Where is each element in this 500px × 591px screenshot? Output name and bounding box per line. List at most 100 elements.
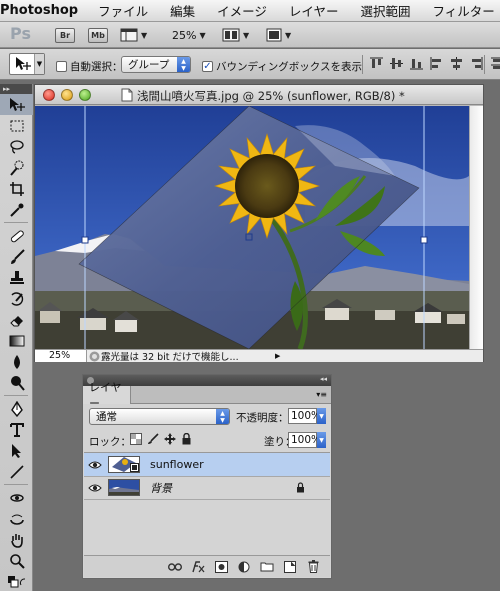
menu-edit[interactable]: 編集 <box>170 1 195 20</box>
path-selection-tool[interactable] <box>0 440 33 461</box>
vertical-scrollbar[interactable] <box>469 106 483 349</box>
brush-icon <box>10 248 25 264</box>
menu-image[interactable]: イメージ <box>217 1 267 20</box>
opacity-field[interactable]: 100% ▼ <box>288 408 326 424</box>
lock-position-icon[interactable] <box>164 433 176 448</box>
lasso-tool[interactable] <box>0 136 33 157</box>
history-brush-tool[interactable] <box>0 288 33 309</box>
magnifier-icon <box>9 553 25 569</box>
ps-logo: Ps <box>10 23 31 43</box>
align-right-icon <box>472 57 483 70</box>
tab-layers[interactable]: レイヤー <box>83 381 131 410</box>
blur-tool[interactable] <box>0 351 33 372</box>
menu-file[interactable]: ファイル <box>98 1 148 20</box>
auto-select-mode-dropdown[interactable]: グループ ▲ ▼ <box>121 56 191 73</box>
mask-icon <box>214 560 228 573</box>
add-mask-button[interactable] <box>214 560 228 574</box>
align-horizontal-centers-button[interactable] <box>448 55 465 72</box>
crop-tool[interactable] <box>0 178 33 199</box>
move-tool[interactable] <box>0 94 33 115</box>
document-title-bar[interactable]: 浅間山噴火写真.jpg @ 25% (sunflower, RGB/8) * <box>35 85 483 105</box>
chevron-down-icon[interactable]: ▼ <box>317 408 326 424</box>
layer-row-background[interactable]: 背景 <box>84 476 330 500</box>
hand-tool[interactable] <box>0 529 33 550</box>
distribute-top-edges-button[interactable] <box>487 55 500 72</box>
new-group-button[interactable] <box>260 560 274 574</box>
new-adjustment-layer-button[interactable] <box>237 560 251 574</box>
eye-icon[interactable] <box>84 483 106 493</box>
dodge-tool[interactable] <box>0 372 33 393</box>
lock-transparency-icon[interactable] <box>130 433 142 448</box>
link-layers-button[interactable] <box>168 560 182 574</box>
3d-orbit-icon <box>9 514 24 525</box>
launch-minibridge-button[interactable]: Mb <box>88 26 108 44</box>
menu-filter[interactable]: フィルター <box>433 1 495 20</box>
blend-mode-dropdown[interactable]: 通常 ▲ ▼ <box>89 408 230 425</box>
tools-panel-grip[interactable]: ▸▸ <box>0 84 32 94</box>
add-layer-style-button[interactable] <box>191 560 205 574</box>
view-extras-button[interactable]: ▼ <box>120 26 147 44</box>
panel-menu-icon[interactable]: ▾≡ <box>316 390 327 399</box>
brush-tool[interactable] <box>0 246 33 267</box>
type-icon <box>9 422 24 437</box>
document-window: 浅間山噴火写真.jpg @ 25% (sunflower, RGB/8) * 2… <box>34 84 484 363</box>
align-left-edges-button[interactable] <box>428 55 445 72</box>
move-tool-icon <box>16 57 31 70</box>
align-bottom-edges-button[interactable] <box>408 55 425 72</box>
eye-icon[interactable] <box>84 460 106 470</box>
type-tool[interactable] <box>0 419 33 440</box>
line-tool[interactable] <box>0 461 33 482</box>
menu-select[interactable]: 選択範囲 <box>361 1 411 20</box>
3d-rotate-tool[interactable] <box>0 487 33 508</box>
eraser-tool[interactable] <box>0 309 33 330</box>
marquee-tool[interactable] <box>0 115 33 136</box>
align-right-edges-button[interactable] <box>468 55 485 72</box>
layer-name[interactable]: 背景 <box>150 480 172 496</box>
chevron-down-icon[interactable]: ▼ <box>317 432 326 448</box>
align-top-edges-button[interactable] <box>368 55 385 72</box>
menu-layer[interactable]: レイヤー <box>289 1 339 20</box>
status-info-icon[interactable] <box>87 351 101 362</box>
minimize-window-button[interactable] <box>61 89 73 101</box>
auto-select-checkbox[interactable] <box>56 61 67 72</box>
status-menu-arrow-icon[interactable]: ▶ <box>275 352 280 360</box>
align-vertical-centers-button[interactable] <box>388 55 405 72</box>
layers-panel: ◂◂ レイヤー ▾≡ 通常 ▲ ▼ 不透明度： 100% ▼ ロック： 塗り： 1… <box>82 374 332 579</box>
layer-thumbnail <box>108 456 140 473</box>
document-status-bar: 25% 露光量は 32 bit だけで機能し... ▶ <box>35 349 483 363</box>
path-selection-icon <box>11 443 21 458</box>
fill-field[interactable]: 100% ▼ <box>288 432 326 448</box>
lock-label: ロック： <box>89 436 131 448</box>
screen-mode-button[interactable]: ▼ <box>266 26 291 44</box>
quick-selection-tool[interactable] <box>0 157 33 178</box>
layer-name[interactable]: sunflower <box>150 458 204 471</box>
status-zoom-field[interactable]: 25% <box>35 350 87 362</box>
zoom-window-button[interactable] <box>79 89 91 101</box>
launch-bridge-button[interactable]: Br <box>55 26 75 44</box>
clone-stamp-tool[interactable] <box>0 267 33 288</box>
close-window-button[interactable] <box>43 89 55 101</box>
eyedropper-tool[interactable] <box>0 199 33 220</box>
gradient-tool[interactable] <box>0 330 33 351</box>
collapse-panel-icon[interactable]: ◂◂ <box>320 375 327 383</box>
app-menu[interactable]: Photoshop <box>0 3 78 18</box>
lock-all-icon[interactable] <box>181 432 192 448</box>
delete-layer-button[interactable] <box>306 560 320 574</box>
3d-orbit-tool[interactable] <box>0 508 33 529</box>
document-title: 浅間山噴火写真.jpg @ 25% (sunflower, RGB/8) * <box>137 89 405 103</box>
pen-tool[interactable] <box>0 398 33 419</box>
arrange-documents-button[interactable]: ▼ <box>222 26 249 44</box>
zoom-level-dropdown[interactable]: 25% ▼ <box>172 26 206 44</box>
show-bounding-box-checkbox[interactable]: ✓ <box>202 61 213 72</box>
align-horizontal-center-icon <box>451 57 462 70</box>
layer-row-sunflower[interactable]: sunflower <box>84 453 330 477</box>
lock-pixels-icon[interactable] <box>147 433 159 448</box>
spot-healing-tool[interactable] <box>0 225 33 246</box>
color-swatches[interactable] <box>0 571 33 591</box>
document-file-icon <box>121 88 133 102</box>
tool-preset-picker[interactable]: ▼ <box>9 53 45 75</box>
history-brush-icon <box>10 291 23 306</box>
image-canvas[interactable] <box>35 106 469 349</box>
new-layer-button[interactable] <box>283 560 297 574</box>
zoom-tool[interactable] <box>0 550 33 571</box>
